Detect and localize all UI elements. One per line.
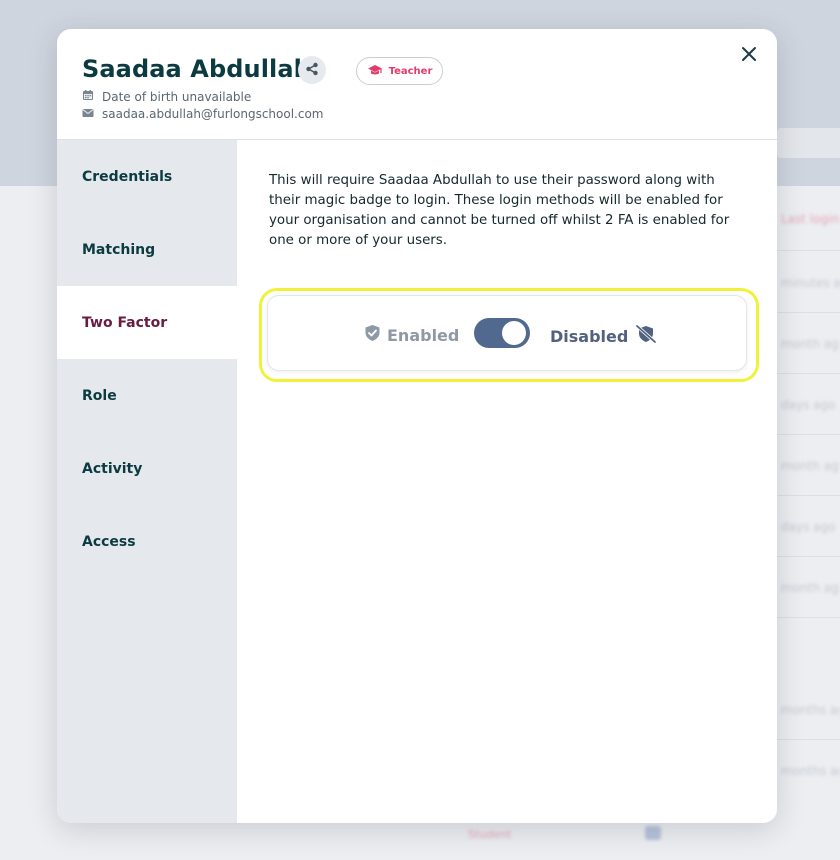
email-line: saadaa.abdullah@furlongschool.com [82,107,324,121]
background-icon [645,826,661,840]
background-time-3: days ago [781,398,836,412]
two-factor-toggle[interactable] [474,318,530,348]
share-button[interactable] [298,56,326,84]
background-time-1: minutes ag [781,276,840,290]
background-role-badge: Student [468,828,512,841]
background-time-8: months ag [781,764,840,778]
background-row-divider [777,373,840,374]
user-details-modal: Saadaa Abdullah Teacher Date of birth un… [57,29,777,823]
nav-item-matching[interactable]: Matching [57,213,237,286]
share-icon [305,61,319,80]
user-name: Saadaa Abdullah [82,55,311,83]
role-badge: Teacher [356,57,443,85]
modal-sidebar: Credentials Matching Two Factor Role Act… [57,140,237,823]
background-row-divider [777,556,840,557]
background-search-bar [777,128,840,158]
shield-check-icon [364,324,381,346]
modal-header: Saadaa Abdullah Teacher Date of birth un… [57,29,777,140]
shield-slash-icon [634,324,658,348]
enabled-label: Enabled [387,325,460,345]
envelope-icon [82,107,94,121]
close-icon [741,46,757,66]
dob-line: Date of birth unavailable [82,89,251,104]
nav-item-activity[interactable]: Activity [57,432,237,505]
background-row-divider [777,312,840,313]
background-row-divider [777,434,840,435]
nav-item-credentials[interactable]: Credentials [57,140,237,213]
background-time-6: month ag [781,581,839,595]
background-time-2: month ag [781,337,839,351]
nav-item-access[interactable]: Access [57,505,237,578]
nav-item-two-factor[interactable]: Two Factor [57,286,237,359]
background-time-4: month ag [781,459,839,473]
nav-item-role[interactable]: Role [57,359,237,432]
disabled-label: Disabled [550,326,629,346]
toggle-knob [502,321,526,345]
background-time-5: days ago [781,520,836,534]
enabled-option: Enabled [364,324,459,346]
close-button[interactable] [738,45,760,67]
graduation-cap-icon [367,64,383,79]
two-factor-toggle-card: Enabled Disabled [267,295,747,371]
background-column-header: Last login [781,212,840,226]
calendar-icon [82,89,94,104]
background-row-divider [777,617,840,618]
two-factor-description: This will require Saadaa Abdullah to use… [269,173,730,248]
two-factor-panel: This will require Saadaa Abdullah to use… [237,140,777,823]
background-row-divider [777,739,840,740]
background-row-divider [777,495,840,496]
role-label: Teacher [388,65,433,77]
background-time-7: months ag [781,703,840,717]
disabled-option: Disabled [550,324,658,348]
dob-text: Date of birth unavailable [102,89,252,104]
background-row-divider [777,250,840,251]
email-text: saadaa.abdullah@furlongschool.com [102,107,324,121]
